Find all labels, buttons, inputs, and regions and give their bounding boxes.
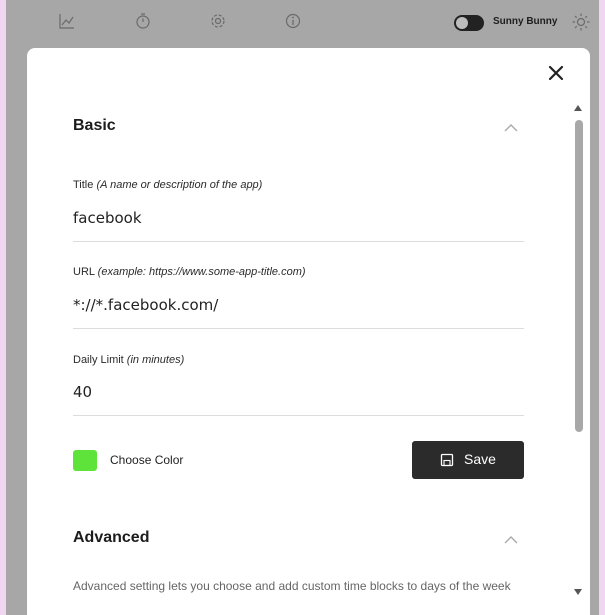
url-label-hint: (example: https://www.some-app-title.com… bbox=[97, 266, 306, 278]
title-label-text: Title bbox=[73, 179, 94, 191]
title-input[interactable] bbox=[73, 206, 524, 230]
save-button-label: Save bbox=[464, 451, 496, 467]
url-field-label: URL (example: https://www.some-app-title… bbox=[73, 266, 306, 278]
settings-icon[interactable] bbox=[209, 12, 227, 30]
close-icon[interactable] bbox=[545, 62, 567, 84]
advanced-section-title[interactable]: Advanced bbox=[73, 529, 149, 547]
divider bbox=[73, 415, 524, 416]
scroll-up-arrow[interactable] bbox=[573, 104, 583, 112]
top-bar: Sunny Bunny bbox=[6, 0, 599, 44]
edit-app-modal: Basic Title (A name or description of th… bbox=[27, 48, 590, 615]
title-field-label: Title (A name or description of the app) bbox=[73, 179, 262, 191]
info-icon[interactable] bbox=[284, 12, 302, 30]
scrollbar-thumb[interactable] bbox=[575, 120, 583, 432]
daily-limit-field-label: Daily Limit (in minutes) bbox=[73, 354, 184, 366]
advanced-description: Advanced setting lets you choose and add… bbox=[73, 579, 511, 593]
theme-label: Sunny Bunny bbox=[493, 16, 558, 27]
divider bbox=[73, 241, 524, 242]
basic-section-title[interactable]: Basic bbox=[73, 117, 116, 135]
title-label-hint: (A name or description of the app) bbox=[96, 179, 263, 191]
chevron-up-icon[interactable] bbox=[503, 123, 519, 133]
save-icon bbox=[440, 453, 454, 467]
toggle-knob bbox=[456, 17, 468, 29]
daily-limit-input[interactable] bbox=[73, 380, 524, 404]
chart-icon[interactable] bbox=[58, 12, 76, 30]
chevron-up-icon[interactable] bbox=[503, 535, 519, 545]
daily-limit-label-text: Daily Limit bbox=[73, 354, 124, 366]
save-button[interactable]: Save bbox=[412, 441, 524, 479]
choose-color-label[interactable]: Choose Color bbox=[110, 453, 183, 467]
color-swatch[interactable] bbox=[73, 450, 97, 471]
divider bbox=[73, 328, 524, 329]
scroll-down-arrow[interactable] bbox=[573, 588, 583, 596]
theme-toggle[interactable] bbox=[454, 15, 484, 31]
daily-limit-label-hint: (in minutes) bbox=[126, 354, 185, 366]
timer-icon[interactable] bbox=[134, 12, 152, 30]
url-label-text: URL bbox=[73, 266, 95, 278]
sun-icon[interactable] bbox=[571, 12, 591, 32]
url-input[interactable] bbox=[73, 293, 524, 317]
